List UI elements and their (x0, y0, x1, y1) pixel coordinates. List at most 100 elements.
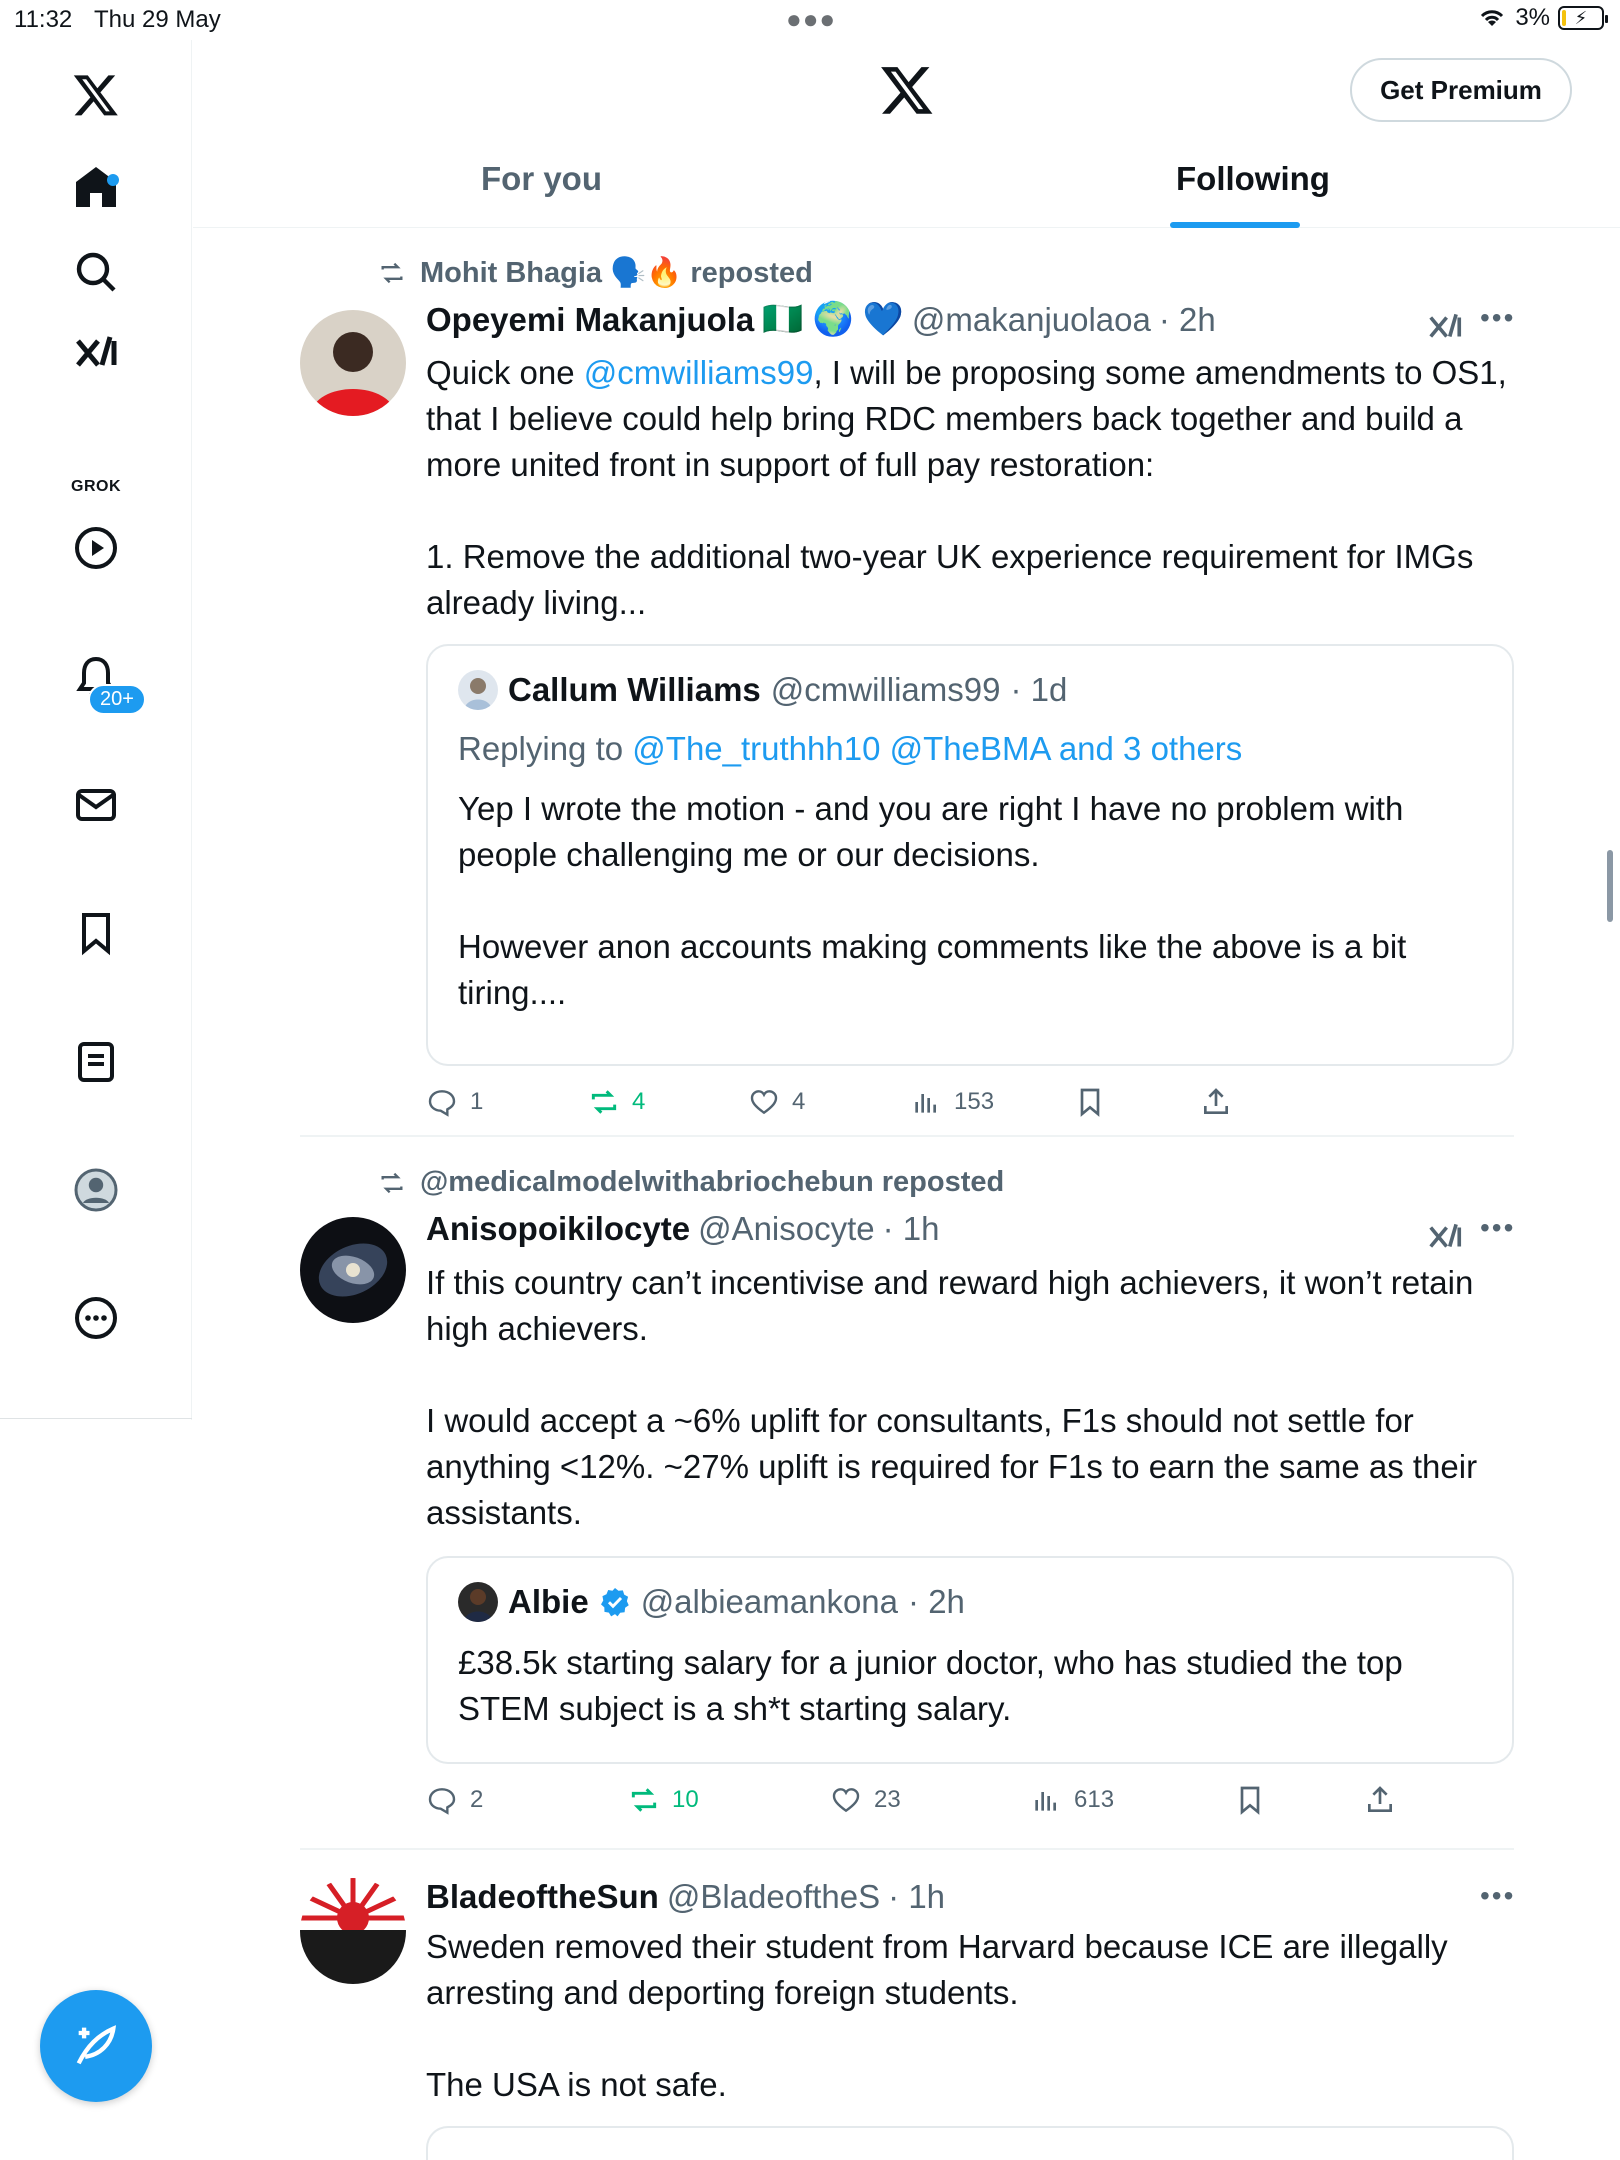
sidebar-item-video[interactable] (0, 513, 192, 583)
tab-following[interactable]: Following (1176, 160, 1330, 198)
more-options-icon[interactable]: ••• (1480, 1880, 1515, 1912)
heart-icon (750, 1090, 778, 1115)
quote-replying-to: Replying to @The_truthhh10 @TheBMA and 3… (458, 730, 1243, 767)
tab-for-you[interactable]: For you (481, 160, 602, 198)
home-icon (76, 167, 116, 207)
sidebar-item-profile[interactable] (0, 1155, 192, 1225)
repost-icon (631, 1788, 657, 1812)
bookmark-button[interactable] (1234, 1784, 1266, 1816)
share-button[interactable] (1200, 1086, 1232, 1118)
tweet-text: If this country can’t incentivise and re… (426, 1264, 1478, 1531)
tweet-author: BladeoftheSun @BladeoftheS · 1h (426, 1878, 945, 1916)
get-premium-button[interactable]: Get Premium (1350, 58, 1572, 122)
reply-button[interactable]: 2 (426, 1784, 483, 1816)
avatar[interactable] (300, 1878, 406, 1984)
sidebar-item-messages[interactable] (0, 770, 192, 840)
home-unread-dot (107, 174, 119, 186)
quote-avatar (458, 670, 498, 710)
replying-to-links[interactable]: @The_truthhh10 @TheBMA and 3 others (632, 730, 1242, 767)
sidebar-x-logo-icon[interactable] (0, 60, 192, 130)
quote-text: £38.5k starting salary for a junior doct… (458, 1644, 1403, 1727)
author-handle[interactable]: @BladeoftheS (667, 1878, 880, 1916)
grok-explain-icon[interactable] (1426, 308, 1464, 346)
video-icon (75, 527, 117, 569)
repost-icon (381, 262, 403, 284)
tweet-actions: 2 10 23 613 (426, 1784, 1526, 1824)
reply-icon (428, 1090, 456, 1117)
scrollbar[interactable] (1607, 850, 1613, 922)
tweet-actions: 1 4 4 153 (426, 1086, 1526, 1126)
compose-post-button[interactable] (40, 1990, 152, 2102)
quote-author: Albie @albieamankona · 2h (458, 1582, 965, 1622)
views-chart-icon (915, 1094, 936, 1113)
sidebar-item-bookmarks[interactable] (0, 898, 192, 968)
repost-label[interactable]: Mohit Bhagia 🗣️🔥 reposted (420, 256, 813, 290)
tweet-divider (300, 1848, 1514, 1850)
repost-button[interactable]: 4 (588, 1086, 645, 1118)
tweet-time[interactable]: · 2h (1159, 301, 1216, 339)
more-options-icon[interactable]: ••• (1480, 302, 1515, 334)
author-handle[interactable]: @makanjuolaoa (912, 301, 1151, 339)
views-button[interactable]: 153 (910, 1086, 994, 1118)
sidebar-item-lists[interactable] (0, 1027, 192, 1097)
quote-tweet[interactable]: Callum Williams @cmwilliams99 · 1d Reply… (426, 644, 1514, 1066)
x-logo-icon (881, 67, 933, 114)
timeline-header: Get Premium For you Following (193, 40, 1620, 228)
bookmark-icon (1240, 1786, 1260, 1815)
sidebar-item-home[interactable] (0, 152, 192, 222)
tweet-text: Sweden removed their student from Harvar… (426, 1928, 1448, 2103)
compose-feather-icon (76, 2025, 117, 2065)
author-name[interactable]: Opeyemi Makanjuola (426, 301, 754, 339)
grok-label: GROK (71, 478, 121, 495)
tweet-divider (300, 1135, 1514, 1137)
grok-explain-icon[interactable] (1426, 1218, 1464, 1256)
like-button[interactable]: 23 (830, 1784, 901, 1816)
author-name[interactable]: BladeoftheSun (426, 1878, 659, 1916)
repost-indicator: Mohit Bhagia 🗣️🔥 reposted (376, 256, 813, 290)
notification-count-badge: 20+ (88, 684, 146, 715)
author-name[interactable]: Anisopoikilocyte (426, 1210, 690, 1248)
mention-link[interactable]: @cmwilliams99 (584, 354, 814, 391)
status-date: Thu 29 May (94, 6, 221, 33)
quote-tweet[interactable] (426, 2126, 1514, 2160)
quote-author: Callum Williams @cmwilliams99 · 1d (458, 670, 1067, 710)
share-icon (1368, 1786, 1392, 1812)
quote-author-handle: @albieamankona (640, 1583, 899, 1620)
more-icon (75, 1297, 117, 1339)
tweet-author: Anisopoikilocyte @Anisocyte · 1h (426, 1210, 940, 1248)
sidebar: GROK 20+ (0, 40, 192, 1420)
quote-tweet[interactable]: Albie @albieamankona · 2h £38.5k startin… (426, 1556, 1514, 1764)
repost-button[interactable]: 10 (628, 1784, 699, 1816)
author-badges: 🇳🇬 🌍 💙 (762, 300, 904, 337)
status-bar: 11:32 Thu 29 May ●●● 3% ⚡ (0, 0, 1620, 40)
avatar[interactable] (300, 310, 406, 416)
bookmarks-icon (82, 913, 110, 956)
sidebar-item-grok[interactable] (0, 318, 192, 388)
repost-label[interactable]: @medicalmodelwithabriochebun reposted (420, 1166, 1004, 1199)
bookmark-icon (1080, 1088, 1100, 1117)
tweet-text: Quick one @cmwilliams99, I will be propo… (426, 354, 1507, 621)
views-button[interactable]: 613 (1030, 1784, 1114, 1816)
avatar[interactable] (300, 1217, 406, 1323)
verified-badge-icon (600, 1588, 629, 1617)
more-options-icon[interactable]: ••• (1480, 1212, 1515, 1244)
messages-icon (76, 789, 116, 821)
repost-indicator: @medicalmodelwithabriochebun reposted (376, 1166, 1004, 1199)
bookmark-button[interactable] (1074, 1086, 1106, 1118)
like-button[interactable]: 4 (748, 1086, 805, 1118)
battery-percent: 3% (1515, 4, 1550, 31)
views-chart-icon (1035, 1792, 1056, 1811)
sidebar-item-more[interactable] (0, 1283, 192, 1353)
tweet-time[interactable]: · 1h (888, 1878, 945, 1916)
tweet-time[interactable]: · 1h (883, 1210, 940, 1248)
wifi-icon (1481, 10, 1504, 26)
quote-avatar (458, 1582, 498, 1622)
quote-author-handle: @cmwilliams99 (770, 671, 1001, 708)
battery-icon: ⚡ (1558, 6, 1608, 30)
share-button[interactable] (1364, 1784, 1396, 1816)
sidebar-item-search[interactable] (0, 237, 192, 307)
reply-button[interactable]: 1 (426, 1086, 483, 1118)
multitasking-dots-icon[interactable]: ●●● (786, 4, 836, 35)
author-handle[interactable]: @Anisocyte (698, 1210, 875, 1248)
repost-icon (381, 1172, 403, 1193)
